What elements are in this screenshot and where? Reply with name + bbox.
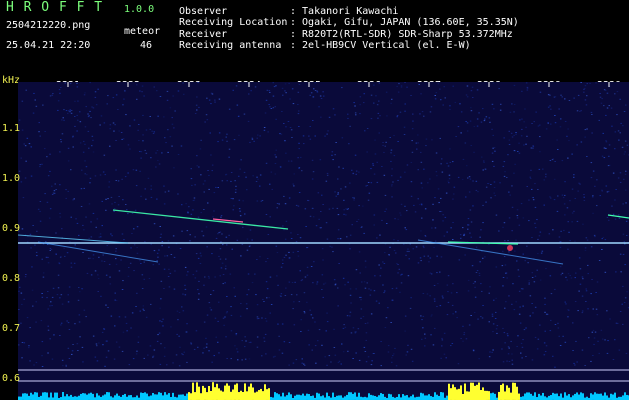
freq-tick: 0.6 xyxy=(2,373,21,384)
freq-tick: 0.7 xyxy=(2,323,21,334)
receiver-value: : R820T2(RTL-SDR) SDR-Sharp 53.372MHz xyxy=(290,29,513,40)
file-name: 2504212220.png xyxy=(6,20,91,31)
freq-tick: 1.1 xyxy=(2,123,21,134)
observer-value: : Takanori Kawachi xyxy=(290,6,399,17)
meteor-label: meteor xyxy=(124,26,161,37)
observer-label: Observer xyxy=(179,6,228,17)
receiver-label: Receiver xyxy=(179,29,228,40)
antenna-label: Receiving antenna xyxy=(179,40,282,51)
location-value: : Ogaki, Gifu, JAPAN (136.60E, 35.35N) xyxy=(290,17,519,28)
spectrogram-canvas xyxy=(18,82,629,400)
freq-tick: 0.9 xyxy=(2,223,21,234)
antenna-value: : 2el-HB9CV Vertical (el. E-W) xyxy=(290,40,471,51)
freq-tick: 1.0 xyxy=(2,173,21,184)
location-label: Receiving Location xyxy=(179,17,288,28)
app-title: H R O F F T xyxy=(6,0,104,15)
app-version: 1.0.0 xyxy=(124,4,155,15)
meteor-count: 46 xyxy=(140,40,153,51)
spectrogram-background xyxy=(18,82,629,400)
meteor-head xyxy=(507,245,513,251)
timestamp: 25.04.21 22:20 xyxy=(6,40,91,51)
freq-tick: 0.8 xyxy=(2,273,21,284)
